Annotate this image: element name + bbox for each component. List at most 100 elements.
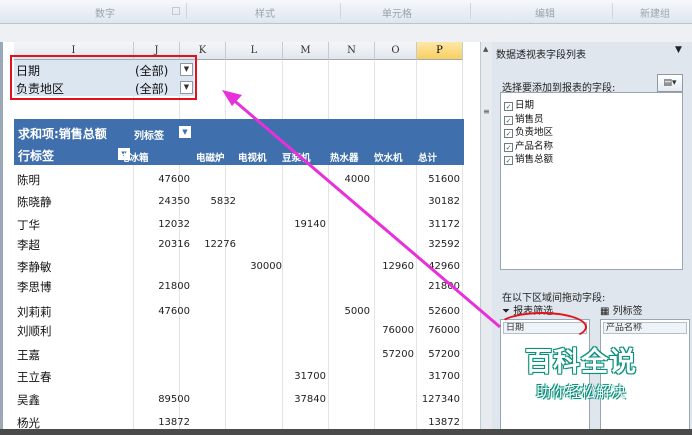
grid-line xyxy=(328,60,329,435)
column-header-o[interactable]: O xyxy=(375,42,417,60)
table-cell[interactable]: 24350 xyxy=(146,196,190,207)
layout-options-button[interactable]: ▤▾ xyxy=(657,74,683,92)
table-cell[interactable]: 19140 xyxy=(282,219,326,230)
pane-title: 数据透视表字段列表 xyxy=(496,50,586,61)
area-column-labels: ▦ 列标签 xyxy=(600,302,643,317)
dialog-launcher-icon[interactable] xyxy=(172,7,180,15)
pivot-col-header: 电磁炉 xyxy=(196,153,225,164)
column-header-l[interactable]: L xyxy=(226,42,283,60)
highlight-box xyxy=(10,55,197,100)
watermark: 百科全说 助你轻松解决 xyxy=(512,340,650,402)
pivot-col-header: 热水器 xyxy=(330,153,359,164)
table-cell[interactable]: 51600 xyxy=(416,174,460,185)
field-label: 销售总额 xyxy=(515,154,554,165)
watermark-subtitle: 助你轻松解决 xyxy=(535,383,626,401)
pivot-row-label: 行标签 xyxy=(18,149,55,163)
field-item[interactable]: ✓ 销售员 xyxy=(504,111,544,125)
column-header-m[interactable]: M xyxy=(283,42,329,60)
field-label: 日期 xyxy=(515,100,535,111)
splitter-scrollbar[interactable]: ▲ ≡ xyxy=(480,42,492,435)
field-item[interactable]: ✓ 日期 xyxy=(504,97,535,111)
ribbon-separator xyxy=(186,3,187,19)
field-item[interactable]: ✓ 销售总额 xyxy=(504,151,554,165)
table-cell[interactable]: 13872 xyxy=(146,417,190,428)
row-label: 李静敏 xyxy=(17,260,52,274)
funnel-icon: ⏷ xyxy=(502,306,510,317)
table-cell[interactable]: 31172 xyxy=(416,219,460,230)
table-cell[interactable]: 89500 xyxy=(146,394,190,405)
ribbon-separator xyxy=(612,3,613,19)
table-cell[interactable]: 31700 xyxy=(416,371,460,382)
row-label: 丁华 xyxy=(17,218,40,232)
field-item[interactable]: ✓ 负责地区 xyxy=(504,124,553,138)
ribbon-group-styles: 样式 xyxy=(255,9,275,20)
column-header-n[interactable]: N xyxy=(329,42,375,60)
pane-menu-icon[interactable]: ▼ xyxy=(675,45,682,55)
field-item[interactable]: ✓ 产品名称 xyxy=(504,138,554,152)
watermark-title: 百科全说 xyxy=(525,347,637,378)
table-cell[interactable]: 47600 xyxy=(146,174,190,185)
field-label: 销售员 xyxy=(515,113,544,125)
pivot-sum-label: 求和项:销售总额 xyxy=(18,127,107,141)
row-label: 王嘉 xyxy=(17,348,40,362)
row-label: 吴鑫 xyxy=(17,393,40,407)
table-cell[interactable]: 5832 xyxy=(192,196,236,207)
table-cell[interactable]: 21800 xyxy=(416,281,460,292)
table-cell[interactable]: 13872 xyxy=(416,417,460,428)
checkbox-checked-icon[interactable]: ✓ xyxy=(504,156,513,165)
pivot-column-label: 列标签 xyxy=(134,131,164,142)
row-label: 刘莉莉 xyxy=(17,305,52,319)
splitter-grip-icon[interactable]: ≡ xyxy=(483,107,490,116)
table-cell[interactable]: 127340 xyxy=(416,394,460,405)
ribbon-separator xyxy=(470,3,471,19)
pivot-col-header: 豆浆机 xyxy=(282,153,311,164)
row-label: 王立春 xyxy=(17,370,52,384)
pivot-col-header: 电冰箱 xyxy=(120,153,149,164)
highlight-circle xyxy=(497,312,587,342)
table-cell[interactable]: 52600 xyxy=(416,306,460,317)
columns-icon: ▦ xyxy=(600,306,610,317)
row-label: 李思博 xyxy=(17,280,52,294)
column-chip[interactable]: 产品名称 xyxy=(603,322,687,334)
table-cell[interactable]: 42960 xyxy=(416,261,460,272)
table-cell[interactable]: 76000 xyxy=(416,325,460,336)
column-filter-dropdown-icon[interactable]: ▼ xyxy=(179,126,191,138)
scroll-up-icon[interactable]: ▲ xyxy=(483,45,488,53)
row-label: 刘顺利 xyxy=(17,324,52,338)
pivot-header: 求和项:销售总额 列标签 ▼ 行标签 ▼ 电冰箱 电磁炉 电视机 豆浆机 热水器 饮水机总… xyxy=(14,119,464,165)
table-cell[interactable]: 37840 xyxy=(282,394,326,405)
table-cell[interactable]: 4000 xyxy=(326,174,370,185)
row-label: 李超 xyxy=(17,238,40,252)
field-label: 产品名称 xyxy=(515,140,554,152)
table-cell[interactable]: 30182 xyxy=(416,196,460,207)
table-cell[interactable]: 12960 xyxy=(370,261,414,272)
table-cell[interactable]: 12032 xyxy=(146,219,190,230)
table-cell[interactable]: 47600 xyxy=(146,306,190,317)
row-header-strip xyxy=(0,42,3,435)
table-cell[interactable]: 12276 xyxy=(192,239,236,250)
ribbon-group-number: 数字 xyxy=(95,9,115,20)
table-cell[interactable]: 57200 xyxy=(370,349,414,360)
table-cell[interactable]: 21800 xyxy=(146,281,190,292)
grid-line xyxy=(133,60,134,435)
table-cell[interactable]: 20316 xyxy=(146,239,190,250)
ribbon-separator xyxy=(340,3,341,19)
table-cell[interactable]: 31700 xyxy=(282,371,326,382)
area-label: 列标签 xyxy=(612,306,643,317)
table-cell[interactable]: 57200 xyxy=(416,349,460,360)
ribbon-group-cells: 单元格 xyxy=(382,9,412,20)
grid-line xyxy=(462,60,463,435)
formula-bar-area xyxy=(0,24,692,42)
field-list: ✓ 日期 ✓ 销售员 ✓ 负责地区 ✓ 产品名称 ✓ 销售总额 xyxy=(500,92,683,270)
table-cell[interactable]: 32592 xyxy=(416,239,460,250)
ribbon-group-bar: 数字 样式 单元格 编辑 新建组 xyxy=(0,0,692,24)
table-cell[interactable]: 76000 xyxy=(370,325,414,336)
window-frame-bottom xyxy=(0,429,692,435)
row-label: 陈晓静 xyxy=(17,195,52,209)
ribbon-group-editing: 编辑 xyxy=(535,9,555,20)
pivot-col-header: 总计 xyxy=(418,153,438,164)
table-cell[interactable]: 5000 xyxy=(326,306,370,317)
column-header-p[interactable]: P xyxy=(417,42,463,60)
table-cell[interactable]: 30000 xyxy=(238,261,282,272)
worksheet[interactable]: IJKLMNOP 日期 (全部) ▼ 负责地区 (全部) ▼ 求和项:销售总额 … xyxy=(0,42,480,435)
